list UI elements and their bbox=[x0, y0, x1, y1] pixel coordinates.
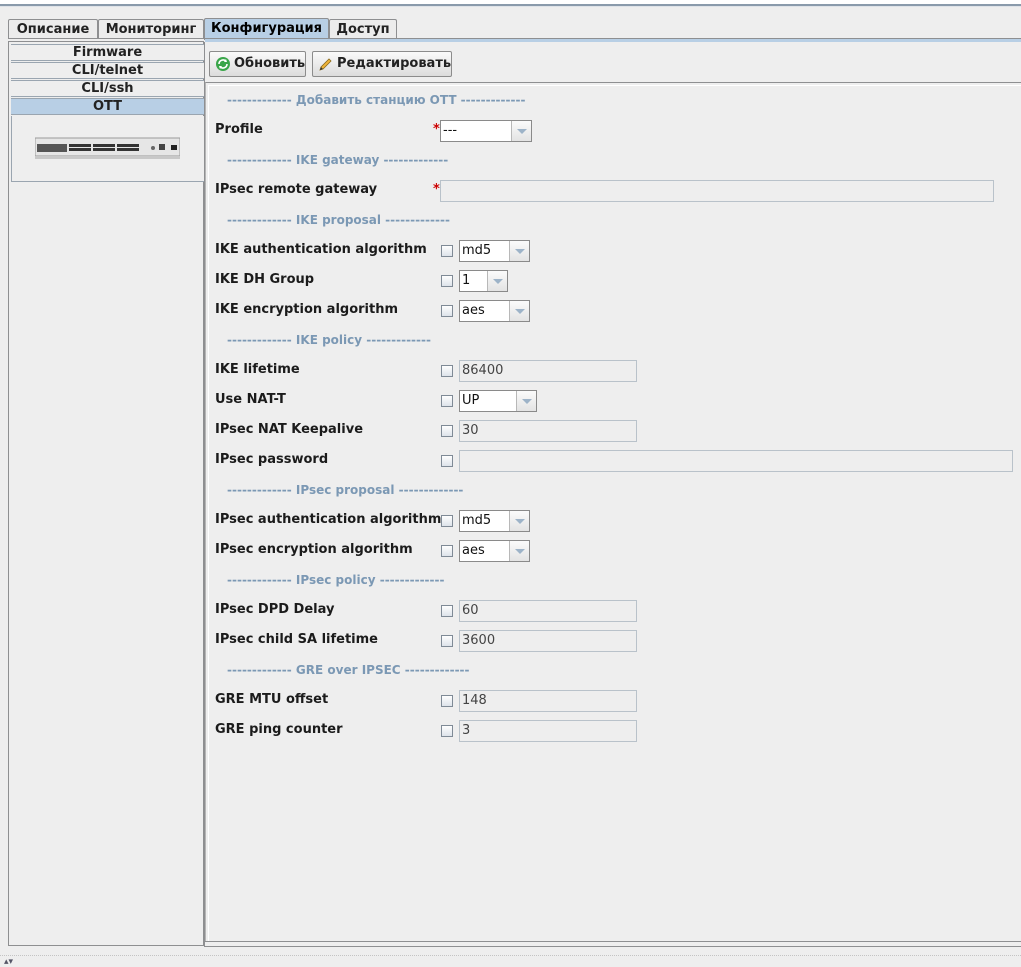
gre-ping-counter-input[interactable]: 3 bbox=[459, 720, 637, 742]
tab-description[interactable]: Описание bbox=[8, 19, 98, 38]
pencil-icon bbox=[319, 58, 332, 71]
ipsec-nat-keepalive-input[interactable]: 30 bbox=[459, 420, 637, 442]
section-ipsec-proposal: ------------- IPsec proposal -----------… bbox=[227, 483, 464, 497]
ipsec-encryption-algorithm-label: IPsec encryption algorithm bbox=[215, 542, 413, 557]
section-ike-gateway: ------------- IKE gateway ------------- bbox=[227, 153, 449, 167]
profile-required-mark: * bbox=[433, 122, 440, 137]
section-add-station: ------------- Добавить станцию OTT -----… bbox=[227, 93, 526, 107]
ike-encryption-algorithm-checkbox[interactable] bbox=[441, 305, 453, 317]
use-nat-t-label: Use NAT-T bbox=[215, 392, 286, 407]
ipsec-remote-gateway-required-mark: * bbox=[433, 182, 440, 197]
gre-mtu-offset-checkbox[interactable] bbox=[441, 695, 453, 707]
chevron-down-icon[interactable] bbox=[509, 241, 529, 261]
ipsec-nat-keepalive-label: IPsec NAT Keepalive bbox=[215, 422, 364, 437]
ipsec-dpd-delay-input[interactable]: 60 bbox=[459, 600, 637, 622]
ipsec-child-sa-lifetime-label: IPsec child SA lifetime bbox=[215, 632, 378, 647]
ipsec-auth-algorithm-select[interactable]: md5 bbox=[459, 510, 530, 532]
gre-mtu-offset-label: GRE MTU offset bbox=[215, 692, 329, 707]
tab-access[interactable]: Доступ bbox=[329, 19, 397, 38]
profile-select[interactable]: --- bbox=[440, 120, 532, 142]
ipsec-encryption-algorithm-value: aes bbox=[462, 543, 485, 558]
config-panel: Обновить Редактировать ------------- Доб… bbox=[204, 42, 1021, 947]
refresh-button[interactable]: Обновить bbox=[209, 51, 306, 77]
chevron-down-icon[interactable] bbox=[487, 271, 507, 291]
ipsec-nat-keepalive-checkbox[interactable] bbox=[441, 425, 453, 437]
sidebar-item-cli-telnet[interactable]: CLI/telnet bbox=[11, 62, 205, 79]
ipsec-password-input[interactable] bbox=[459, 450, 1013, 472]
use-nat-t-value: UP bbox=[462, 393, 480, 408]
section-ike-policy: ------------- IKE policy ------------- bbox=[227, 333, 431, 347]
toolbar: Обновить Редактировать bbox=[205, 42, 1021, 82]
tab-monitoring[interactable]: Мониторинг bbox=[98, 19, 204, 38]
refresh-button-label: Обновить bbox=[234, 56, 306, 71]
device-preview bbox=[11, 116, 205, 182]
sidebar: Firmware CLI/telnet CLI/ssh OTT bbox=[8, 41, 205, 946]
ike-auth-algorithm-checkbox[interactable] bbox=[441, 245, 453, 257]
chevron-down-icon[interactable] bbox=[509, 301, 529, 321]
sidebar-item-firmware[interactable]: Firmware bbox=[11, 44, 205, 61]
section-ike-proposal: ------------- IKE proposal ------------- bbox=[227, 213, 450, 227]
ipsec-remote-gateway-label: IPsec remote gateway bbox=[215, 182, 378, 197]
gre-mtu-offset-input[interactable]: 148 bbox=[459, 690, 637, 712]
use-nat-t-select[interactable]: UP bbox=[459, 390, 537, 412]
ike-dh-group-value: 1 bbox=[462, 273, 471, 288]
edit-button[interactable]: Редактировать bbox=[312, 51, 452, 77]
panel-bottom-border bbox=[205, 941, 1021, 947]
ipsec-encryption-algorithm-checkbox[interactable] bbox=[441, 545, 453, 557]
ike-dh-group-label: IKE DH Group bbox=[215, 272, 315, 287]
status-bar: ▴▾ bbox=[0, 955, 1021, 967]
ike-lifetime-label: IKE lifetime bbox=[215, 362, 300, 377]
section-ipsec-policy: ------------- IPsec policy ------------- bbox=[227, 573, 445, 587]
window-top-border bbox=[0, 0, 1021, 7]
ott-form: ------------- Добавить станцию OTT -----… bbox=[205, 82, 1021, 942]
chevron-down-icon[interactable] bbox=[509, 511, 529, 531]
sidebar-item-ott[interactable]: OTT bbox=[11, 98, 205, 115]
gre-ping-counter-checkbox[interactable] bbox=[441, 725, 453, 737]
use-nat-t-checkbox[interactable] bbox=[441, 395, 453, 407]
ipsec-auth-algorithm-checkbox[interactable] bbox=[441, 515, 453, 527]
edit-button-label: Редактировать bbox=[337, 56, 452, 71]
collapse-arrows-icon[interactable]: ▴▾ bbox=[4, 958, 13, 967]
ike-dh-group-checkbox[interactable] bbox=[441, 275, 453, 287]
ike-encryption-algorithm-label: IKE encryption algorithm bbox=[215, 302, 399, 317]
profile-label: Profile bbox=[215, 122, 263, 137]
network-switch-icon bbox=[35, 137, 180, 159]
ike-dh-group-select[interactable]: 1 bbox=[459, 270, 508, 292]
section-gre-over-ipsec: ------------- GRE over IPSEC -----------… bbox=[227, 663, 470, 677]
ike-auth-algorithm-value: md5 bbox=[462, 243, 492, 258]
ike-encryption-algorithm-value: aes bbox=[462, 303, 485, 318]
ike-auth-algorithm-select[interactable]: md5 bbox=[459, 240, 530, 262]
refresh-icon bbox=[216, 57, 230, 71]
ipsec-child-sa-lifetime-checkbox[interactable] bbox=[441, 635, 453, 647]
chevron-down-icon[interactable] bbox=[516, 391, 536, 411]
ipsec-dpd-delay-label: IPsec DPD Delay bbox=[215, 602, 335, 617]
profile-select-value: --- bbox=[443, 123, 458, 138]
ipsec-dpd-delay-checkbox[interactable] bbox=[441, 605, 453, 617]
ipsec-auth-algorithm-label: IPsec authentication algorithm bbox=[215, 512, 442, 527]
gre-ping-counter-label: GRE ping counter bbox=[215, 722, 343, 737]
ike-auth-algorithm-label: IKE authentication algorithm bbox=[215, 242, 427, 257]
ipsec-child-sa-lifetime-input[interactable]: 3600 bbox=[459, 630, 637, 652]
tab-configuration[interactable]: Конфигурация bbox=[204, 18, 329, 40]
ike-lifetime-input[interactable]: 86400 bbox=[459, 360, 637, 382]
ike-encryption-algorithm-select[interactable]: aes bbox=[459, 300, 530, 322]
chevron-down-icon[interactable] bbox=[511, 121, 531, 141]
ipsec-password-checkbox[interactable] bbox=[441, 455, 453, 467]
ipsec-auth-algorithm-value: md5 bbox=[462, 513, 492, 528]
ike-lifetime-checkbox[interactable] bbox=[441, 365, 453, 377]
ipsec-remote-gateway-input[interactable] bbox=[440, 180, 994, 202]
ipsec-password-label: IPsec password bbox=[215, 452, 329, 467]
tab-separator bbox=[8, 38, 205, 39]
ipsec-encryption-algorithm-select[interactable]: aes bbox=[459, 540, 530, 562]
sidebar-item-cli-ssh[interactable]: CLI/ssh bbox=[11, 80, 205, 97]
chevron-down-icon[interactable] bbox=[509, 541, 529, 561]
